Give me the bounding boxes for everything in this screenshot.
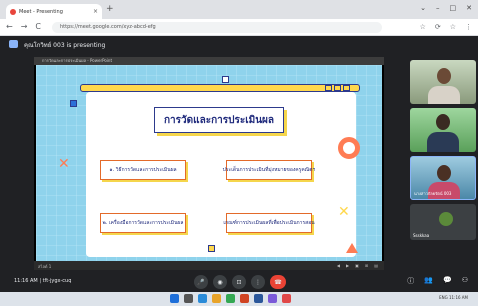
tab-close-icon[interactable]: × xyxy=(93,8,98,15)
meet-controls-bar: 11:16 AM | tft-jygx-cuq 🎤 ◉ ⊡ ⋮ ☎ ⓘ 👥 💬 … xyxy=(0,272,478,292)
deco-ring-icon xyxy=(338,137,360,159)
deco-square-icon xyxy=(208,245,215,252)
sync-icon[interactable]: ⟳ xyxy=(435,22,441,32)
tab-title: Meet - Presenting xyxy=(19,8,63,15)
recording-dot-icon xyxy=(10,8,16,15)
deco-square-icon xyxy=(222,76,229,83)
folder-icon[interactable] xyxy=(212,294,221,303)
url-bar[interactable]: https://meet.google.com/xyz-abcd-efg xyxy=(52,22,382,33)
participant-tile[interactable] xyxy=(410,108,476,152)
present-button[interactable]: ⊡ xyxy=(232,275,246,289)
activities-icon[interactable]: ⚇ xyxy=(462,276,468,286)
info-icon[interactable]: ⓘ xyxy=(407,276,414,286)
start-icon[interactable] xyxy=(170,294,179,303)
minimize-button[interactable]: – xyxy=(436,4,440,12)
slide-item-4: เกณฑ์การประเมินผลที่เพื่อประเมินการสอน xyxy=(223,213,315,233)
chat-icon[interactable]: 💬 xyxy=(443,276,452,286)
address-toolbar: ← → C https://meet.google.com/xyz-abcd-e… xyxy=(0,19,478,36)
side-controls: ⓘ 👥 💬 ⚇ xyxy=(407,276,468,286)
browser-tabstrip: Meet - Presenting × + ⌄ – □ ✕ xyxy=(0,0,478,19)
slide-number-label: สไลด์ 1 xyxy=(38,264,52,269)
participant-tile[interactable] xyxy=(410,60,476,104)
reading-view-icon[interactable]: ▤ xyxy=(374,263,378,268)
call-controls: 🎤 ◉ ⊡ ⋮ ☎ xyxy=(194,275,286,289)
slide-title: การวัดและการประเมินผล xyxy=(163,114,275,126)
nav-buttons: ← → C xyxy=(6,22,41,32)
avatar xyxy=(437,68,451,84)
camera-button[interactable]: ◉ xyxy=(213,275,227,289)
deco-button-icon xyxy=(325,85,332,91)
avatar xyxy=(436,114,450,130)
avatar xyxy=(437,165,451,181)
word-icon[interactable] xyxy=(254,294,263,303)
window-controls: ⌄ – □ ✕ xyxy=(420,4,472,12)
sorter-view-icon[interactable]: ⊞ xyxy=(365,263,368,268)
end-call-button[interactable]: ☎ xyxy=(270,275,286,289)
slide-item-3: ๒. เครื่องมือการวัดและการประเมินผล xyxy=(100,213,186,233)
participant-avatar-icon xyxy=(439,212,453,226)
tab-search-icon[interactable]: ⌄ xyxy=(420,4,426,12)
deco-cross-icon: ✕ xyxy=(58,156,70,172)
mic-button[interactable]: 🎤 xyxy=(194,275,208,289)
deco-square-icon xyxy=(70,100,77,107)
deco-triangle-icon xyxy=(346,243,358,253)
menu-icon[interactable]: ⋮ xyxy=(465,22,472,32)
more-options-button[interactable]: ⋮ xyxy=(251,275,265,289)
participant-tile[interactable]: Ssskkaa xyxy=(410,204,476,240)
maximize-button[interactable]: □ xyxy=(450,4,457,12)
slide-item-text: เกณฑ์การประเมินผลที่เพื่อประเมินการสอน xyxy=(223,220,315,226)
prev-slide-icon[interactable]: ◀ xyxy=(337,263,340,268)
participant-name: นางสาวกัลยรัตน์ 003 xyxy=(414,191,452,196)
card-window-buttons xyxy=(325,85,350,91)
slide-item-text: ๑. วิธีการวัดและการประเมินผล xyxy=(109,167,177,173)
toolbar-icons: ☆ ⟳ ☆ ⋮ xyxy=(420,22,472,32)
deco-button-icon xyxy=(334,85,341,91)
slide-item-2: ประเด็นการประเมินที่มุ่งหมายของครูคณิตฯ xyxy=(223,160,315,180)
close-window-button[interactable]: ✕ xyxy=(466,4,472,12)
ppt-view-controls: ◀ ▶ ▣ ⊞ ▤ xyxy=(337,263,378,268)
deco-cross-icon: ✕ xyxy=(338,204,350,220)
present-icon xyxy=(9,40,18,48)
os-taskbar: ENG 11:16 AM xyxy=(0,292,478,306)
participant-tile-active[interactable]: นางสาวกัลยรัตน์ 003 xyxy=(410,156,476,200)
reload-button[interactable]: C xyxy=(35,22,41,32)
normal-view-icon[interactable]: ▣ xyxy=(355,263,359,268)
slide-title-box: การวัดและการประเมินผล xyxy=(154,107,284,133)
presenting-text: คุณโกวิทย์ 003 is presenting xyxy=(24,42,106,49)
people-icon[interactable]: 👥 xyxy=(424,276,433,286)
slide-item-1: ๑. วิธีการวัดและการประเมินผล xyxy=(100,160,186,180)
slide: การวัดและการประเมินผล ๑. วิธีการวัดและกา… xyxy=(36,65,382,261)
search-icon[interactable] xyxy=(184,294,193,303)
forward-button[interactable]: → xyxy=(21,22,28,32)
shared-screen: การวัดและการประเมินผล - PowerPoint การวั… xyxy=(34,57,384,270)
task-view-icon[interactable] xyxy=(198,294,207,303)
card-header-bar xyxy=(80,84,360,92)
taskbar-apps xyxy=(170,294,291,303)
screen: Meet - Presenting × + ⌄ – □ ✕ ← → C http… xyxy=(0,0,478,306)
ppt-statusbar: สไลด์ 1 ◀ ▶ ▣ ⊞ ▤ xyxy=(34,261,384,270)
deco-button-icon xyxy=(343,85,350,91)
bookmark-icon[interactable]: ☆ xyxy=(420,22,426,32)
new-tab-button[interactable]: + xyxy=(106,5,114,14)
system-tray[interactable]: ENG 11:16 AM xyxy=(439,295,468,300)
avatar-body xyxy=(427,132,459,152)
extensions-icon[interactable]: ☆ xyxy=(450,22,456,32)
next-slide-icon[interactable]: ▶ xyxy=(346,263,349,268)
chrome-icon[interactable] xyxy=(226,294,235,303)
presenting-bar: คุณโกวิทย์ 003 is presenting xyxy=(0,36,478,53)
ppt-titlebar: การวัดและการประเมินผล - PowerPoint xyxy=(34,57,384,65)
slide-item-text: ๒. เครื่องมือการวัดและการประเมินผล xyxy=(102,220,184,226)
powerpoint-icon[interactable] xyxy=(240,294,249,303)
participant-name: Ssskkaa xyxy=(413,233,430,238)
slide-item-text: ประเด็นการประเมินที่มุ่งหมายของครูคณิตฯ xyxy=(222,167,316,173)
app-icon[interactable] xyxy=(282,294,291,303)
avatar-body xyxy=(428,86,460,104)
back-button[interactable]: ← xyxy=(6,22,13,32)
meeting-time-code: 11:16 AM | tft-jygx-cuq xyxy=(14,278,72,284)
browser-tab[interactable]: Meet - Presenting × xyxy=(6,4,102,19)
app-icon[interactable] xyxy=(268,294,277,303)
